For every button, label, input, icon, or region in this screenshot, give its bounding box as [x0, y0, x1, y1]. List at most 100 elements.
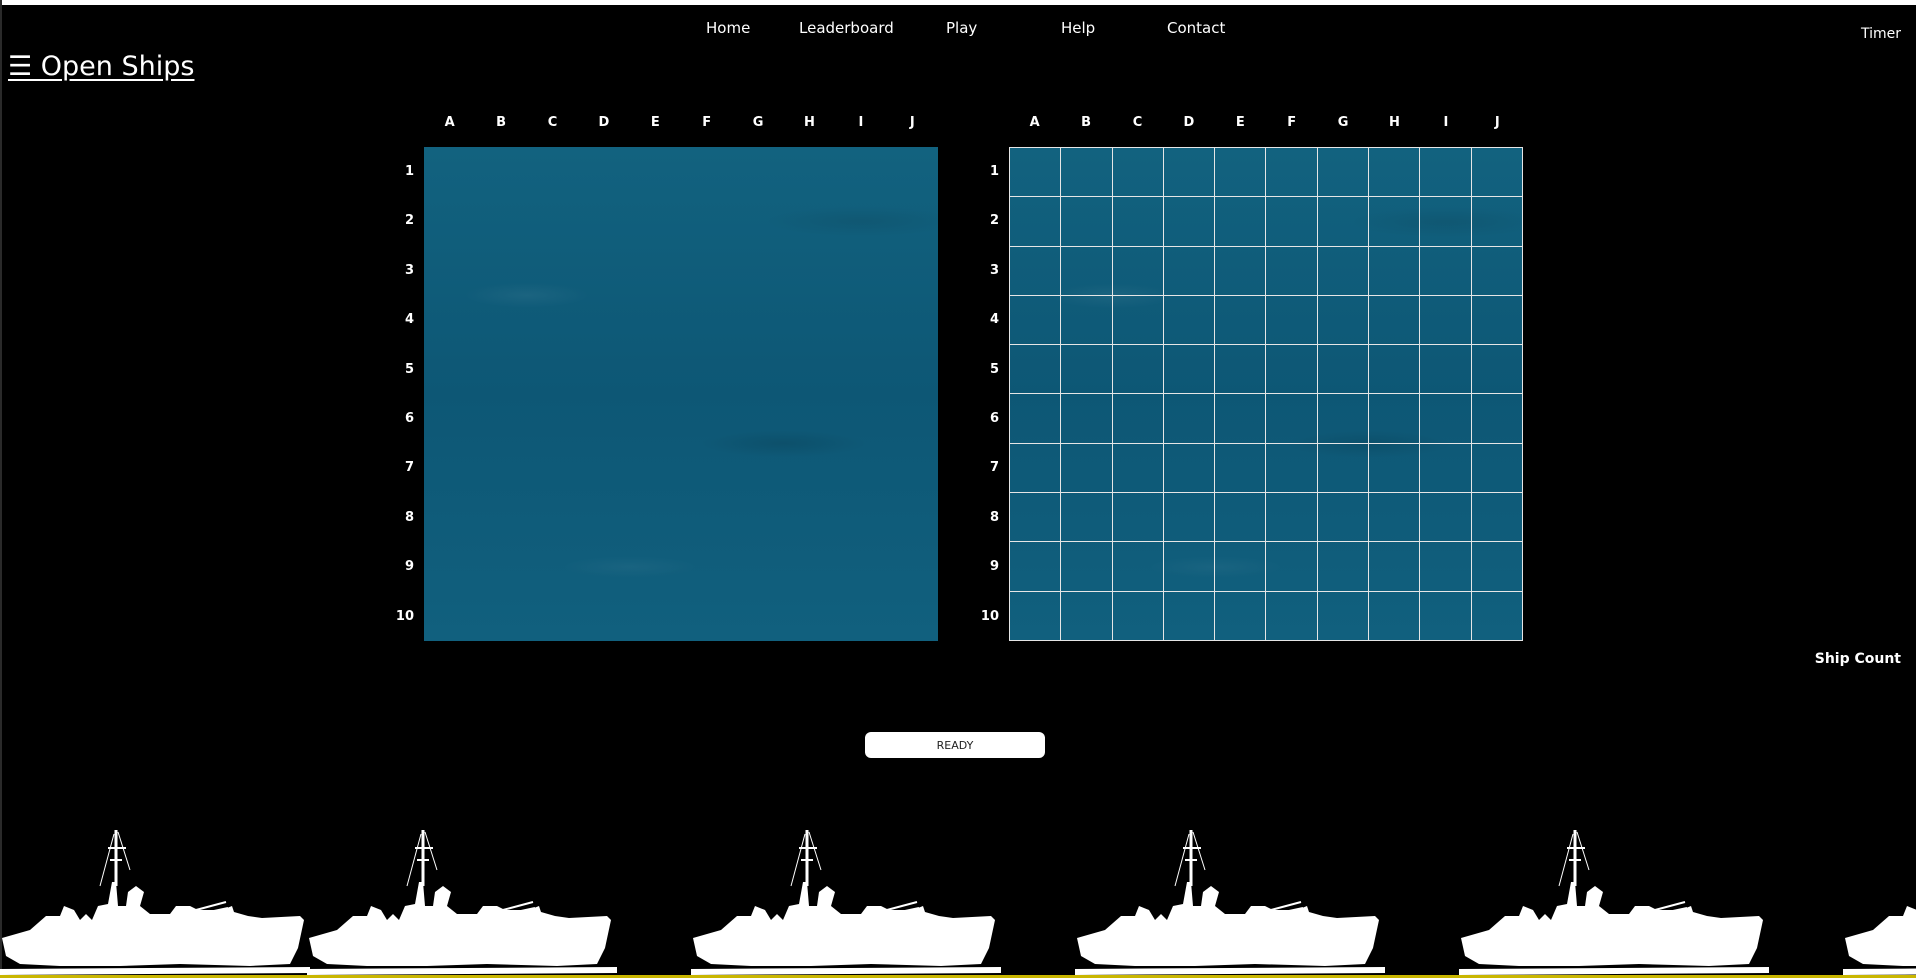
- target-cell[interactable]: [1420, 197, 1472, 247]
- target-cell[interactable]: [1369, 493, 1421, 543]
- target-cell[interactable]: [1471, 246, 1523, 296]
- target-cell[interactable]: [1420, 246, 1472, 296]
- target-cell[interactable]: [1420, 148, 1472, 198]
- nav-home-link[interactable]: Home: [706, 19, 750, 37]
- target-cell[interactable]: [1369, 394, 1421, 444]
- target-cell[interactable]: [1266, 295, 1318, 346]
- target-cell[interactable]: [1420, 591, 1472, 641]
- target-cell[interactable]: [1215, 542, 1267, 592]
- target-cell[interactable]: [1369, 542, 1421, 592]
- nav-contact-link[interactable]: Contact: [1167, 19, 1225, 37]
- open-ships-menu-toggle[interactable]: ☰ Open Ships: [8, 51, 194, 82]
- target-cell[interactable]: [1266, 493, 1318, 543]
- target-cell[interactable]: [1061, 394, 1113, 444]
- target-cell[interactable]: [1266, 246, 1318, 296]
- target-cell[interactable]: [1163, 443, 1216, 494]
- target-cell[interactable]: [1215, 443, 1267, 494]
- target-cell[interactable]: [1471, 542, 1523, 592]
- target-cell[interactable]: [1215, 345, 1267, 395]
- target-cell[interactable]: [1112, 542, 1164, 592]
- target-cell[interactable]: [1215, 246, 1267, 296]
- target-cell[interactable]: [1266, 197, 1318, 247]
- target-cell[interactable]: [1163, 345, 1216, 395]
- target-cell[interactable]: [1317, 542, 1370, 592]
- target-cell[interactable]: [1317, 246, 1370, 296]
- target-cell[interactable]: [1317, 443, 1370, 494]
- target-cell[interactable]: [1215, 591, 1267, 641]
- target-cell[interactable]: [1010, 542, 1062, 592]
- target-cell[interactable]: [1061, 345, 1113, 395]
- target-cell[interactable]: [1266, 542, 1318, 592]
- target-cell[interactable]: [1215, 197, 1267, 247]
- target-cell[interactable]: [1010, 493, 1062, 543]
- target-cell[interactable]: [1471, 345, 1523, 395]
- target-cell[interactable]: [1010, 148, 1062, 198]
- target-cell[interactable]: [1317, 591, 1370, 641]
- player-ocean-grid[interactable]: [424, 147, 938, 641]
- target-cell[interactable]: [1266, 591, 1318, 641]
- target-cell[interactable]: [1420, 295, 1472, 346]
- target-cell[interactable]: [1369, 197, 1421, 247]
- target-cell[interactable]: [1317, 148, 1370, 198]
- target-cell[interactable]: [1163, 394, 1216, 444]
- target-cell[interactable]: [1163, 246, 1216, 296]
- target-cell[interactable]: [1112, 394, 1164, 444]
- target-cell[interactable]: [1163, 493, 1216, 543]
- target-cell[interactable]: [1112, 443, 1164, 494]
- target-cell[interactable]: [1163, 591, 1216, 641]
- target-cell[interactable]: [1471, 591, 1523, 641]
- target-cell[interactable]: [1112, 197, 1164, 247]
- target-cell[interactable]: [1061, 542, 1113, 592]
- target-cell[interactable]: [1215, 394, 1267, 444]
- target-cell[interactable]: [1061, 246, 1113, 296]
- target-cell[interactable]: [1010, 197, 1062, 247]
- target-cell[interactable]: [1317, 493, 1370, 543]
- target-cell[interactable]: [1215, 148, 1267, 198]
- target-cell[interactable]: [1420, 542, 1472, 592]
- target-cell[interactable]: [1112, 493, 1164, 543]
- target-cell[interactable]: [1010, 295, 1062, 346]
- target-cell[interactable]: [1112, 246, 1164, 296]
- target-cell[interactable]: [1061, 148, 1113, 198]
- target-cell[interactable]: [1369, 246, 1421, 296]
- target-cell[interactable]: [1112, 591, 1164, 641]
- target-cell[interactable]: [1471, 394, 1523, 444]
- target-cell[interactable]: [1010, 394, 1062, 444]
- nav-play-link[interactable]: Play: [946, 19, 977, 37]
- target-cell[interactable]: [1010, 345, 1062, 395]
- target-cell[interactable]: [1471, 148, 1523, 198]
- target-cell[interactable]: [1369, 591, 1421, 641]
- target-cell[interactable]: [1369, 443, 1421, 494]
- target-cell[interactable]: [1471, 197, 1523, 247]
- target-cell[interactable]: [1369, 345, 1421, 395]
- target-cell[interactable]: [1317, 345, 1370, 395]
- target-cell[interactable]: [1010, 591, 1062, 641]
- target-cell[interactable]: [1471, 443, 1523, 494]
- target-cell[interactable]: [1163, 148, 1216, 198]
- target-cell[interactable]: [1369, 295, 1421, 346]
- target-cell[interactable]: [1420, 394, 1472, 444]
- target-cell[interactable]: [1266, 345, 1318, 395]
- nav-leaderboard-link[interactable]: Leaderboard: [799, 19, 894, 37]
- target-cell[interactable]: [1317, 295, 1370, 346]
- target-cell[interactable]: [1163, 295, 1216, 346]
- target-cell[interactable]: [1317, 394, 1370, 444]
- target-cell[interactable]: [1061, 493, 1113, 543]
- target-cell[interactable]: [1010, 246, 1062, 296]
- target-cell[interactable]: [1420, 493, 1472, 543]
- target-cell[interactable]: [1317, 197, 1370, 247]
- target-cell[interactable]: [1266, 148, 1318, 198]
- target-cell[interactable]: [1215, 295, 1267, 346]
- target-cell[interactable]: [1061, 591, 1113, 641]
- target-cell[interactable]: [1112, 148, 1164, 198]
- target-cell[interactable]: [1163, 542, 1216, 592]
- target-cell[interactable]: [1266, 443, 1318, 494]
- target-cell[interactable]: [1163, 197, 1216, 247]
- target-cell[interactable]: [1266, 394, 1318, 444]
- target-cell[interactable]: [1112, 295, 1164, 346]
- target-cell[interactable]: [1215, 493, 1267, 543]
- target-cell[interactable]: [1061, 443, 1113, 494]
- target-cell[interactable]: [1010, 443, 1062, 494]
- target-cell[interactable]: [1112, 345, 1164, 395]
- nav-help-link[interactable]: Help: [1061, 19, 1095, 37]
